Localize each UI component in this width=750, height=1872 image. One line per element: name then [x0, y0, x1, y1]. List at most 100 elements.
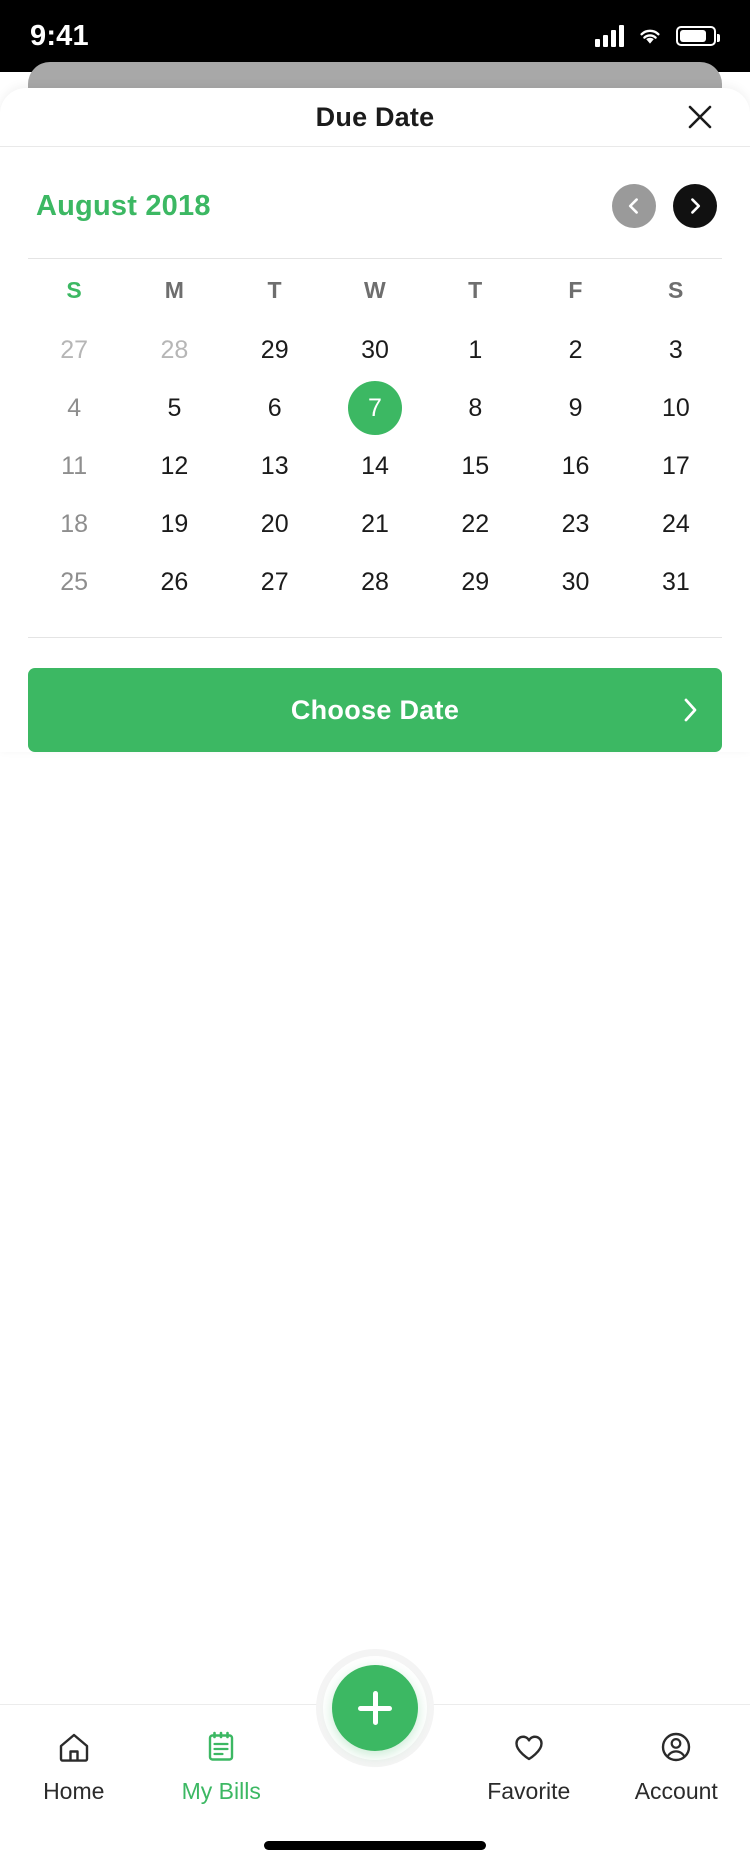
chevron-right-icon [691, 198, 701, 214]
calendar-day-label: 6 [267, 393, 282, 422]
calendar-day[interactable]: 29 [425, 553, 525, 611]
calendar-day[interactable]: 1 [425, 321, 525, 379]
weekday-label: T [267, 276, 282, 303]
weekday-label: W [363, 276, 386, 303]
weekday-label: T [468, 276, 483, 303]
calendar-day[interactable]: 24 [626, 495, 726, 553]
calendar-day[interactable]: 21 [325, 495, 425, 553]
calendar-day[interactable]: 31 [626, 553, 726, 611]
calendar-day[interactable]: 6 [225, 379, 325, 437]
nav-item-account[interactable]: Account [603, 1705, 750, 1805]
calendar-day-label: 2 [568, 335, 583, 364]
calendar-day[interactable]: 3 [626, 321, 726, 379]
calendar-day-label: 11 [61, 451, 88, 480]
calendar-day[interactable]: 16 [525, 437, 625, 495]
calendar-day[interactable]: 11 [24, 437, 124, 495]
close-button[interactable] [678, 95, 722, 139]
calendar-week-row: 27 28 29 30 1 2 3 [24, 321, 726, 379]
chevron-left-icon [628, 198, 638, 214]
calendar-day-label: 17 [661, 451, 690, 480]
weekday-header-row: SMTWTFS [24, 259, 726, 321]
calendar-day[interactable]: 23 [525, 495, 625, 553]
plus-icon [355, 1688, 395, 1728]
heart-icon [515, 1735, 543, 1761]
cellular-signal-icon [595, 25, 624, 47]
calendar-day[interactable]: 27 [225, 553, 325, 611]
calendar-day[interactable]: 26 [124, 553, 224, 611]
calendar-day-label: 27 [60, 335, 89, 364]
nav-item-favorite[interactable]: Favorite [455, 1705, 603, 1805]
calendar-day-label: 13 [260, 451, 289, 480]
calendar-day-label: 31 [661, 567, 690, 596]
calendar-week-row: 4 5 6 7 8 9 10 [24, 379, 726, 437]
calendar-day[interactable]: 19 [124, 495, 224, 553]
choose-date-button[interactable]: Choose Date [28, 668, 722, 752]
calendar-day-label: 29 [461, 567, 490, 596]
calendar-day[interactable]: 12 [124, 437, 224, 495]
calendar-day-label: 28 [160, 335, 189, 364]
calendar-day[interactable]: 5 [124, 379, 224, 437]
calendar-day[interactable]: 9 [525, 379, 625, 437]
previous-month-button[interactable] [612, 184, 656, 228]
calendar-week-row: 25 26 27 28 29 30 31 [24, 553, 726, 611]
nav-label-account: Account [634, 1778, 718, 1804]
calendar-day-selected[interactable]: 7 [325, 379, 425, 437]
add-button[interactable] [332, 1665, 418, 1751]
calendar-day-label: 29 [260, 335, 289, 364]
calendar-day[interactable]: 28 [124, 321, 224, 379]
weekday-label: F [568, 276, 583, 303]
calendar-day[interactable]: 15 [425, 437, 525, 495]
phone-screen: 9:41 Due Date August 2018 S M T W T F S … [0, 0, 750, 1872]
calendar-day-label: 26 [160, 567, 189, 596]
nav-item-my-bills[interactable]: My Bills [148, 1705, 296, 1805]
calendar-day[interactable]: 30 [325, 321, 425, 379]
calendar-day[interactable]: 18 [24, 495, 124, 553]
nav-label-home: Home [43, 1778, 105, 1804]
home-icon [59, 1733, 88, 1762]
wifi-icon [640, 29, 660, 44]
calendar-day[interactable]: 28 [325, 553, 425, 611]
calendar-day-label: 19 [160, 509, 189, 538]
calendar-day-label: 30 [361, 335, 389, 364]
chevron-right-icon [680, 696, 700, 724]
choose-date-label: Choose Date [290, 694, 460, 725]
calendar-day-label: 22 [461, 509, 490, 538]
month-navigation: August 2018 [0, 147, 750, 228]
calendar-day-label: 24 [661, 509, 690, 538]
nav-label-favorite: Favorite [487, 1778, 571, 1804]
calendar-day-label: 28 [361, 567, 389, 596]
month-nav-buttons [612, 184, 717, 228]
close-icon [688, 105, 712, 129]
calendar-day-label: 3 [668, 335, 683, 364]
calendar-day[interactable]: 27 [24, 321, 124, 379]
calendar-day-label: 10 [661, 393, 690, 422]
calendar-day[interactable]: 30 [525, 553, 625, 611]
calendar-weeks: 27 28 29 30 1 2 3 4 5 6 7 8 9 10 11 12 13 14 15 16 17 18 19 20 2… [24, 321, 726, 611]
calendar-day[interactable]: 17 [626, 437, 726, 495]
calendar-day-label: 20 [260, 509, 289, 538]
status-icons [595, 25, 720, 47]
calendar-day[interactable]: 4 [24, 379, 124, 437]
calendar-day[interactable]: 22 [425, 495, 525, 553]
calendar-day-label: 21 [361, 509, 389, 538]
calendar-day[interactable]: 10 [626, 379, 726, 437]
calendar-day[interactable]: 14 [325, 437, 425, 495]
calendar-day[interactable]: 8 [425, 379, 525, 437]
calendar-day[interactable]: 29 [225, 321, 325, 379]
nav-item-home[interactable]: Home [0, 1705, 148, 1805]
account-circle-icon [662, 1732, 691, 1762]
bills-icon [209, 1731, 234, 1761]
calendar-day[interactable]: 13 [225, 437, 325, 495]
calendar-day[interactable]: 25 [24, 553, 124, 611]
calendar-day-label: 9 [568, 393, 583, 422]
calendar-day[interactable]: 20 [225, 495, 325, 553]
next-month-button[interactable] [673, 184, 717, 228]
calendar-day-label: 25 [60, 567, 89, 596]
weekday-label: S [66, 276, 82, 303]
calendar-day-label: 12 [160, 451, 189, 480]
calendar-day[interactable]: 2 [525, 321, 625, 379]
calendar-week-row: 11 12 13 14 15 16 17 [24, 437, 726, 495]
fab-holder [323, 1656, 427, 1760]
calendar-day-label: 16 [561, 451, 590, 480]
calendar-day-label: 18 [60, 509, 89, 538]
